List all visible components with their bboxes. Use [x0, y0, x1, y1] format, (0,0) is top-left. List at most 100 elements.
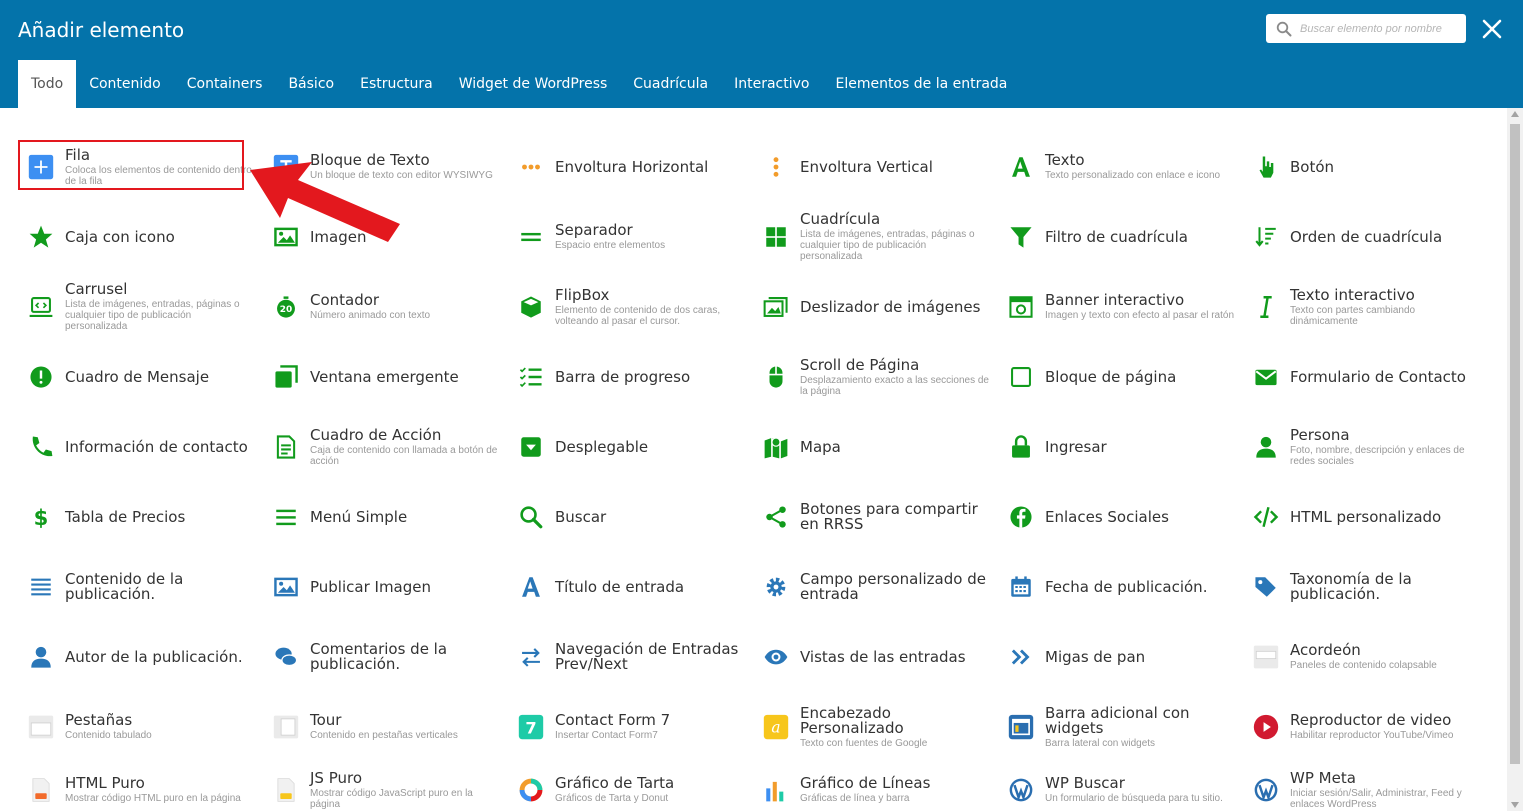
element-item[interactable]: Envoltura Vertical — [751, 137, 991, 197]
element-item[interactable]: Gráfico de Líneas Gráficas de línea y bar… — [751, 760, 991, 811]
tab-4[interactable]: Estructura — [347, 60, 446, 108]
pie-chart-icon — [516, 775, 546, 805]
element-item[interactable]: HTML personalizado — [1241, 487, 1481, 547]
element-item[interactable]: Título de entrada — [506, 557, 746, 617]
tab-1[interactable]: Contenido — [76, 60, 174, 108]
window-icon — [271, 362, 301, 392]
element-item[interactable]: Publicar Imagen — [261, 557, 501, 617]
map-icon — [761, 432, 791, 462]
element-item[interactable]: 7 Contact Form 7 Insertar Contact Form7 — [506, 697, 746, 757]
element-item[interactable]: Ventana emergente — [261, 347, 501, 407]
element-item[interactable]: Barra de progreso — [506, 347, 746, 407]
close-icon[interactable] — [1480, 17, 1504, 41]
element-item[interactable]: Contenido de la publicación. — [16, 557, 256, 617]
tab-7[interactable]: Interactivo — [721, 60, 822, 108]
element-item[interactable]: Vistas de las entradas — [751, 627, 991, 687]
element-item[interactable]: Filtro de cuadrícula — [996, 207, 1236, 267]
element-item[interactable]: Comentarios de la publicación. — [261, 627, 501, 687]
element-item[interactable]: Bloque de página — [996, 347, 1236, 407]
cube-icon — [516, 292, 546, 322]
cog-icon — [761, 572, 791, 602]
element-item[interactable]: Deslizador de imágenes — [751, 277, 991, 337]
element-name: Deslizador de imágenes — [800, 297, 981, 316]
element-item[interactable]: Persona Foto, nombre, descripción y enlac… — [1241, 417, 1481, 477]
element-item[interactable]: Botones para compartir en RRSS — [751, 487, 991, 547]
scrollbar[interactable] — [1507, 108, 1523, 811]
element-item[interactable]: Pestañas Contenido tabulado — [16, 697, 256, 757]
pointer-hand-icon — [1251, 152, 1281, 182]
element-item[interactable]: Gráfico de Tarta Gráficos de Tarta y Donu… — [506, 760, 746, 811]
element-item[interactable]: Cuadro de Mensaje — [16, 347, 256, 407]
element-item[interactable]: WP Buscar Un formulario de búsqueda para … — [996, 760, 1236, 811]
mouse-icon — [761, 362, 791, 392]
image-icon — [271, 222, 301, 252]
element-name: Desplegable — [555, 437, 649, 456]
element-name: Menú Simple — [310, 507, 408, 526]
element-item[interactable]: Tour Contenido en pestañas verticales — [261, 697, 501, 757]
element-description: Insertar Contact Form7 — [555, 730, 658, 741]
element-item[interactable]: Bloque de Texto Un bloque de texto con ed… — [261, 137, 501, 197]
tab-2[interactable]: Containers — [174, 60, 276, 108]
element-name: Cuadro de Mensaje — [65, 367, 210, 386]
element-item[interactable]: Carrusel Lista de imágenes, entradas, pág… — [16, 277, 256, 337]
tab-6[interactable]: Cuadrícula — [620, 60, 721, 108]
element-item[interactable]: Navegación de Entradas Prev/Next — [506, 627, 746, 687]
element-item[interactable]: Campo personalizado de entrada — [751, 557, 991, 617]
element-item[interactable]: Información de contacto — [16, 417, 256, 477]
element-item[interactable]: Envoltura Horizontal — [506, 137, 746, 197]
scroll-down-icon[interactable] — [1511, 802, 1519, 808]
element-item[interactable]: Texto interactivo Texto con partes cambia… — [1241, 277, 1481, 337]
element-item[interactable]: Acordeón Paneles de contenido colapsable — [1241, 627, 1481, 687]
element-item[interactable]: Reproductor de video Habilitar reproducto… — [1241, 697, 1481, 757]
element-item[interactable]: $ Tabla de Precios — [16, 487, 256, 547]
tab-3[interactable]: Básico — [275, 60, 347, 108]
element-item[interactable]: Botón — [1241, 137, 1481, 197]
element-item[interactable]: Barra adicional con widgets Barra lateral… — [996, 697, 1236, 757]
tab-5[interactable]: Widget de WordPress — [446, 60, 621, 108]
element-item[interactable]: Ingresar — [996, 417, 1236, 477]
scrollbar-thumb[interactable] — [1510, 124, 1520, 764]
element-item[interactable]: Texto Texto personalizado con enlace e ic… — [996, 137, 1236, 197]
svg-text:7: 7 — [525, 719, 536, 738]
element-item[interactable]: Fila Coloca los elementos de contenido de… — [16, 137, 256, 197]
element-item[interactable]: Mapa — [751, 417, 991, 477]
element-item[interactable]: Scroll de Página Desplazamiento exacto a … — [751, 347, 991, 407]
element-item[interactable]: Formulario de Contacto — [1241, 347, 1481, 407]
element-item[interactable]: Separador Espacio entre elementos — [506, 207, 746, 267]
element-item[interactable]: Orden de cuadrícula — [1241, 207, 1481, 267]
element-item[interactable]: Enlaces Sociales — [996, 487, 1236, 547]
images-icon — [761, 292, 791, 322]
search-input[interactable] — [1298, 21, 1452, 36]
element-item[interactable]: Imagen — [261, 207, 501, 267]
element-item[interactable]: Cuadro de Acción Caja de contenido con ll… — [261, 417, 501, 477]
element-description: Desplazamiento exacto a las secciones de… — [800, 374, 989, 397]
element-item[interactable]: Caja con icono — [16, 207, 256, 267]
tab-0[interactable]: Todo — [18, 60, 77, 108]
element-item[interactable]: Migas de pan — [996, 627, 1236, 687]
element-name: Caja con icono — [65, 227, 175, 246]
tab-8[interactable]: Elementos de la entrada — [822, 60, 1020, 108]
element-name: Autor de la publicación. — [65, 647, 243, 666]
element-item[interactable]: JS Puro Mostrar código JavaScript puro en… — [261, 760, 501, 811]
element-item[interactable]: FlipBox Elemento de contenido de dos cara… — [506, 277, 746, 337]
element-item[interactable]: Banner interactivo Imagen y texto con efe… — [996, 277, 1236, 337]
element-name: Bloque de Texto — [310, 151, 430, 169]
element-item[interactable]: Taxonomía de la publicación. — [1241, 557, 1481, 617]
scroll-up-icon[interactable] — [1511, 111, 1519, 117]
element-item[interactable]: WP Meta Iniciar sesión/Salir, Administrar… — [1241, 760, 1481, 811]
element-name: Ingresar — [1045, 437, 1107, 456]
element-name: Campo personalizado de entrada — [800, 570, 986, 603]
element-item[interactable]: Fecha de publicación. — [996, 557, 1236, 617]
element-item[interactable]: Buscar — [506, 487, 746, 547]
element-name: Tabla de Precios — [65, 507, 186, 526]
element-item[interactable]: 20 Contador Número animado con texto — [261, 277, 501, 337]
element-description: Un bloque de texto con editor WYSIWYG — [310, 170, 493, 181]
element-item[interactable]: Autor de la publicación. — [16, 627, 256, 687]
element-item[interactable]: Menú Simple — [261, 487, 501, 547]
element-item[interactable]: Desplegable — [506, 417, 746, 477]
plus-icon — [26, 152, 56, 182]
element-item[interactable]: Cuadrícula Lista de imágenes, entradas, p… — [751, 207, 991, 267]
element-item[interactable]: a Encabezado Personalizado Texto con fuent… — [751, 697, 991, 757]
element-item[interactable]: HTML Puro Mostrar código HTML puro en la … — [16, 760, 256, 811]
search-box[interactable] — [1266, 14, 1466, 43]
